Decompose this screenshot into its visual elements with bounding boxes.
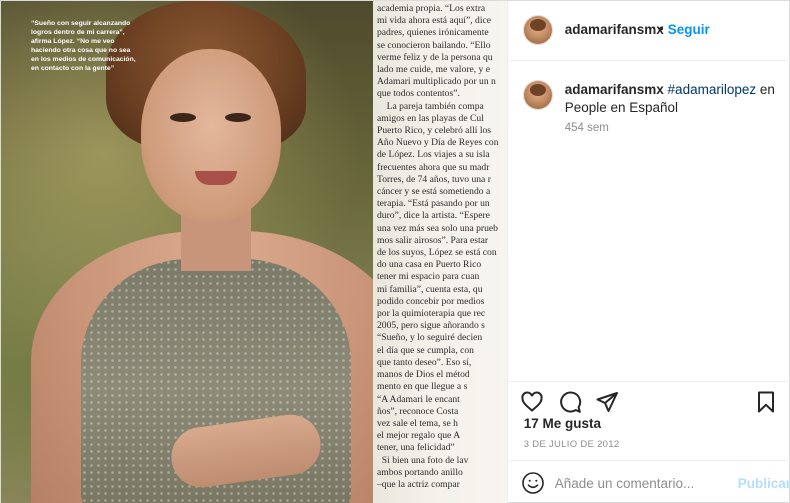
- instagram-post: academia propia. “Los extra mi vida ahor…: [0, 0, 790, 503]
- action-bar: [507, 381, 790, 421]
- caption-username[interactable]: adamarifansmx: [565, 82, 664, 97]
- publish-button[interactable]: Publicar: [738, 476, 790, 491]
- likes-count[interactable]: 17 Me gusta: [524, 416, 601, 431]
- bookmark-icon[interactable]: [754, 390, 780, 416]
- heart-icon[interactable]: [520, 390, 546, 416]
- share-icon[interactable]: [595, 390, 621, 416]
- emoji-icon[interactable]: [521, 471, 547, 497]
- caption-text: adamarifansmx #adamarilopez en People en…: [565, 81, 777, 117]
- post-header: adamarifansmx • Seguir: [507, 1, 790, 61]
- caption-avatar[interactable]: [523, 81, 552, 109]
- comment-icon[interactable]: [558, 390, 584, 416]
- header-separator: •: [658, 20, 664, 36]
- caption-timestamp[interactable]: 454 sem: [565, 122, 609, 134]
- figure-face: [141, 49, 281, 221]
- avatar[interactable]: [523, 16, 552, 44]
- caption-hashtag[interactable]: #adamarilopez: [668, 82, 757, 97]
- comment-input[interactable]: [554, 472, 725, 494]
- figure-left-eye: [170, 113, 196, 122]
- header-username[interactable]: adamarifansmx: [565, 22, 664, 37]
- magazine-article-text: academia propia. “Los extra mi vida ahor…: [377, 3, 499, 490]
- magazine-pull-quote: “Sueño con seguir alcanzando logros dent…: [31, 20, 136, 72]
- follow-button[interactable]: Seguir: [668, 22, 710, 37]
- post-side-panel: adamarifansmx • Seguir adamarifansmx #ad…: [506, 1, 790, 503]
- post-date[interactable]: 3 DE JULIO DE 2012: [524, 439, 620, 450]
- post-image[interactable]: academia propia. “Los extra mi vida ahor…: [1, 1, 507, 503]
- add-comment-section: Publicar: [507, 460, 790, 503]
- figure-right-eye: [225, 113, 251, 122]
